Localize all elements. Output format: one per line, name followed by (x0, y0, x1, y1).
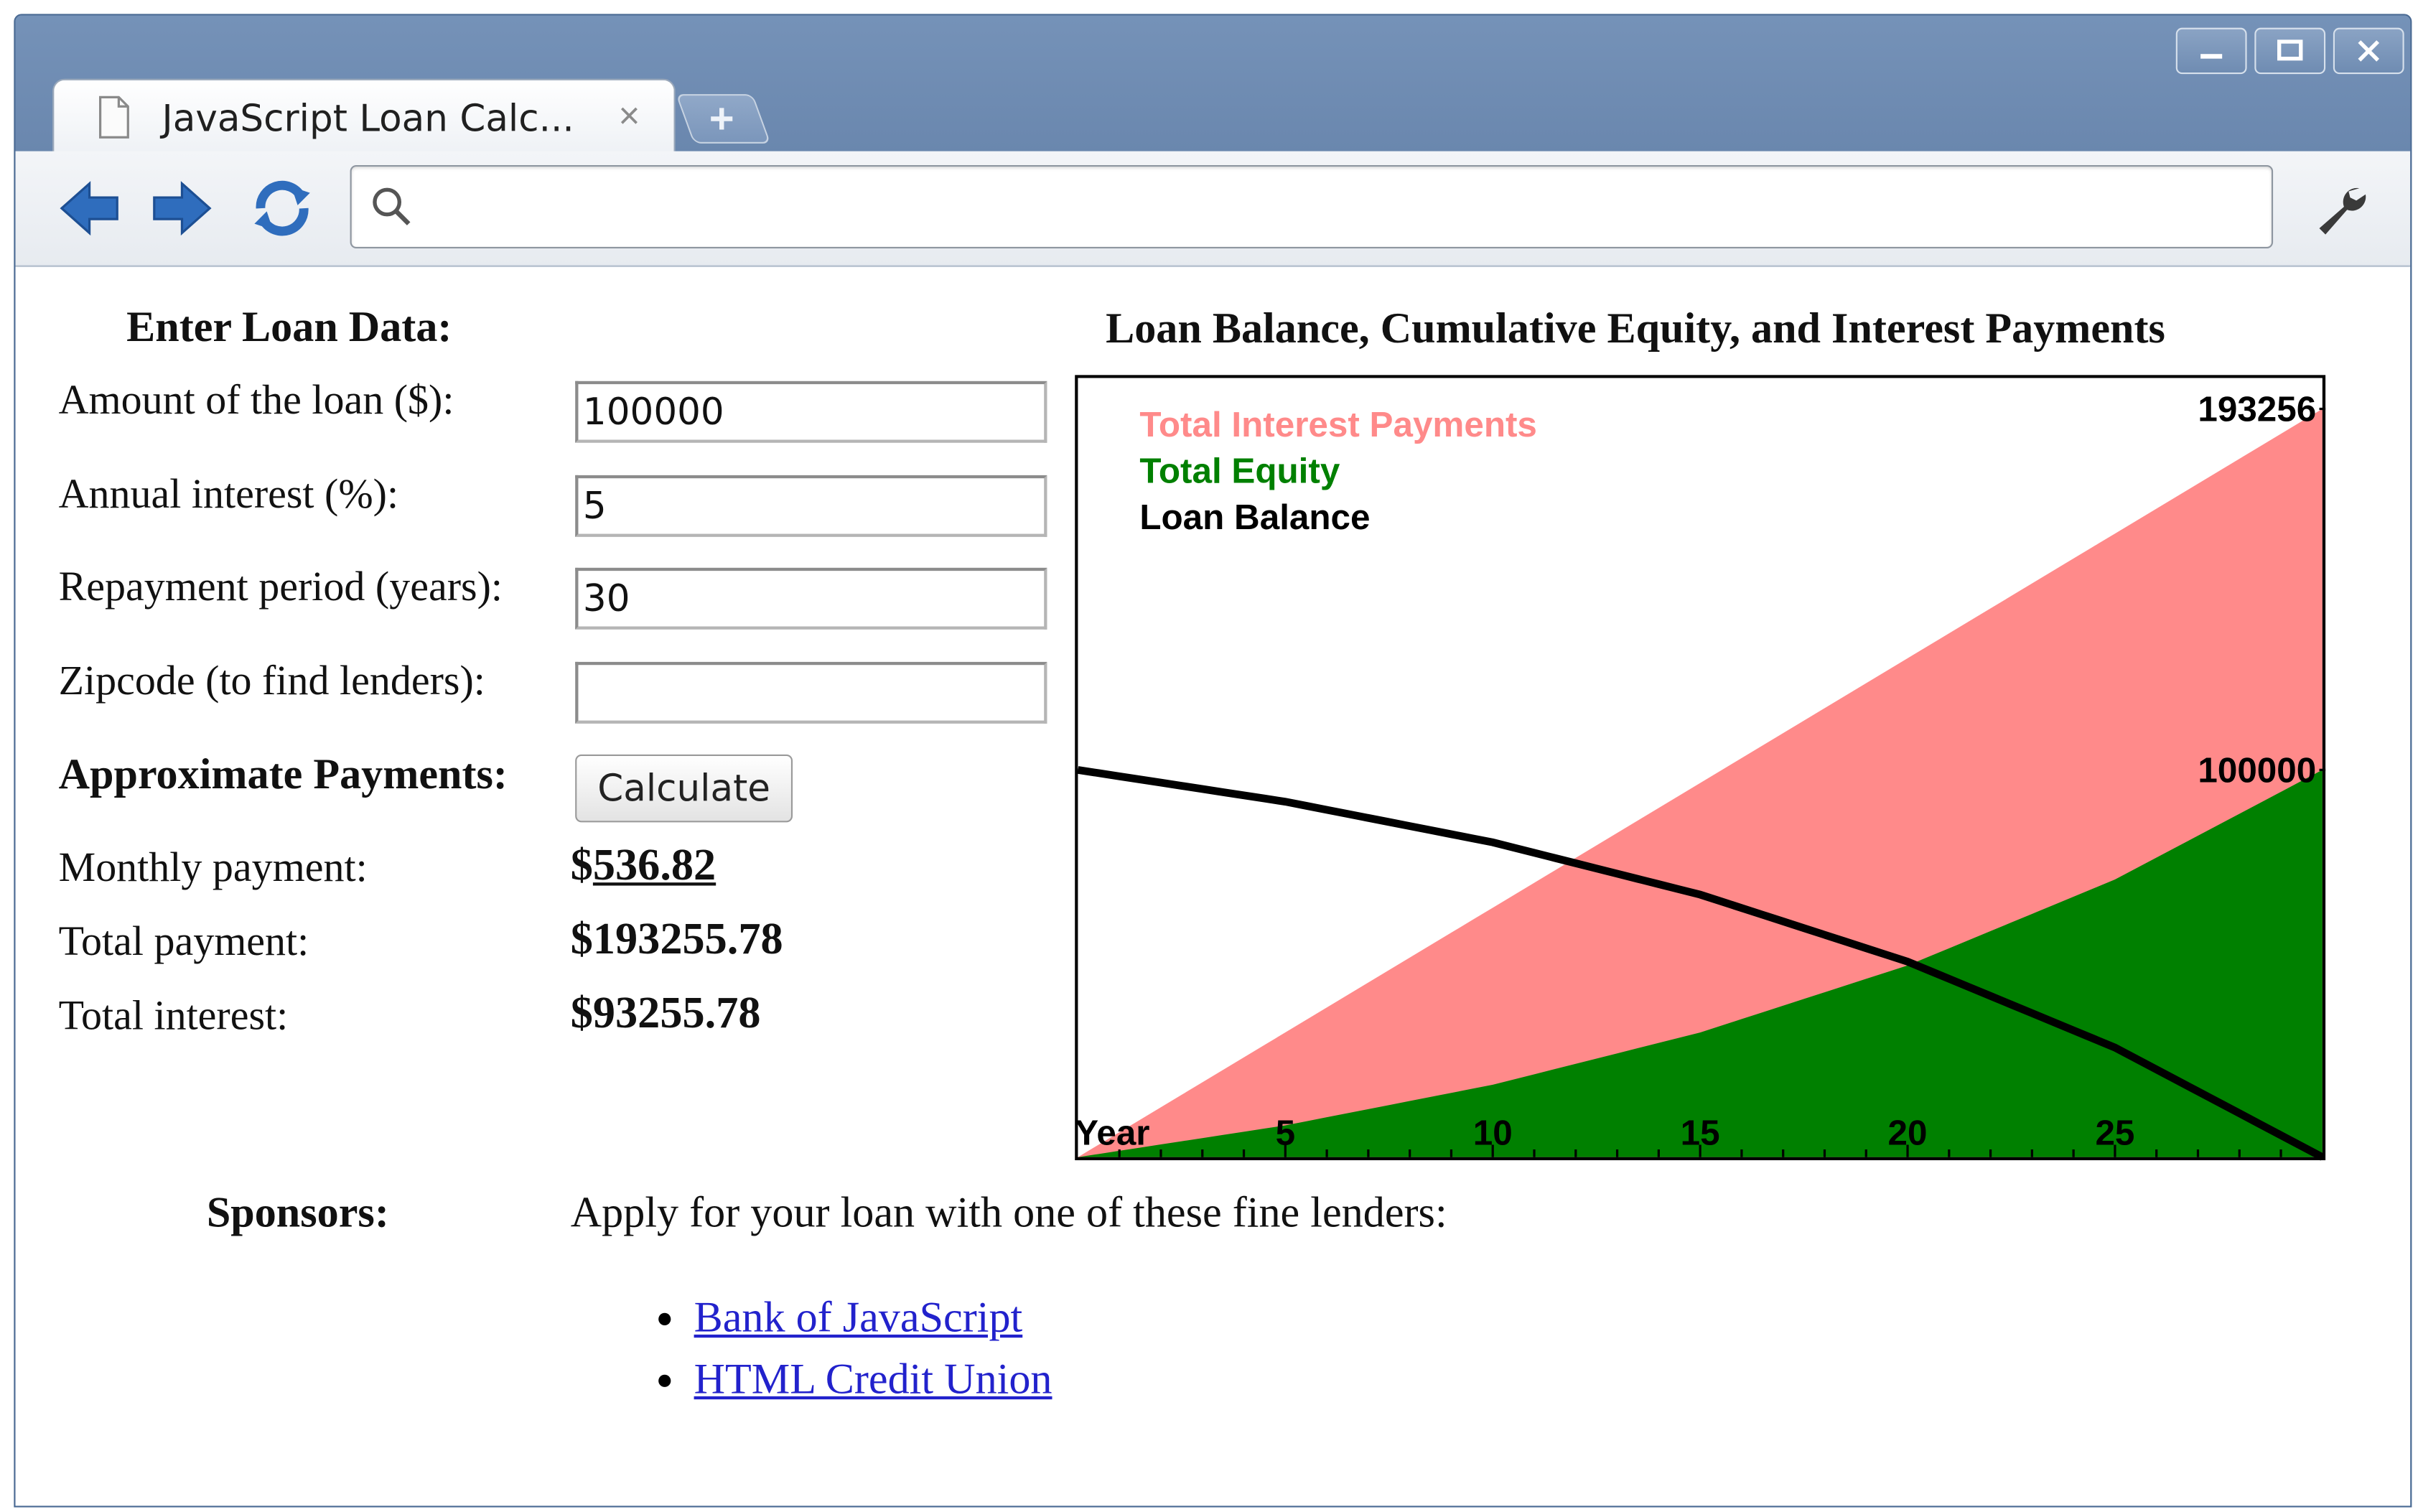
total-interest-label: Total interest: (58, 991, 289, 1039)
lender-link-html-credit-union[interactable]: HTML Credit Union (694, 1356, 1052, 1404)
maximize-icon (2277, 39, 2303, 61)
interest-label: Annual interest (%): (58, 470, 399, 517)
calculate-button[interactable]: Calculate (575, 754, 793, 823)
period-input[interactable] (575, 567, 1047, 630)
tab-close-button[interactable]: × (618, 95, 640, 139)
lender-link-bank-of-javascript[interactable]: Bank of JavaScript (694, 1294, 1023, 1343)
page-icon (99, 95, 129, 139)
new-tab-icon (711, 108, 733, 130)
list-item: Bank of JavaScript (694, 1294, 1052, 1344)
enter-loan-heading: Enter Loan Data: (126, 304, 452, 352)
zipcode-input[interactable] (575, 661, 1047, 724)
y-tick-label: 193256 (2198, 390, 2316, 429)
x-axis-label: Year (1075, 1114, 1149, 1153)
legend-entry: Loan Balance (1139, 498, 1370, 537)
minimize-button[interactable] (2175, 27, 2247, 75)
address-bar[interactable] (350, 164, 2274, 248)
approximate-payments-heading: Approximate Payments: (58, 751, 508, 800)
legend-entry: Total Equity (1139, 452, 1340, 491)
lender-list: Bank of JavaScript HTML Credit Union (632, 1294, 1052, 1418)
y-tick-label: 100000 (2198, 751, 2316, 790)
close-window-button[interactable] (2333, 27, 2404, 75)
reload-icon[interactable] (248, 174, 317, 243)
amount-label: Amount of the loan ($): (58, 376, 454, 423)
search-icon (373, 187, 411, 225)
total-payment-label: Total payment: (58, 918, 309, 965)
wrench-icon[interactable] (2313, 182, 2368, 238)
monthly-amount: 536.82 (592, 841, 716, 890)
tab-title: JavaScript Loan Calc... (162, 97, 574, 141)
maximize-button[interactable] (2254, 27, 2326, 75)
close-icon (2358, 40, 2380, 62)
list-item: HTML Credit Union (694, 1356, 1052, 1406)
browser-window: JavaScript Loan Calc... × Enter Loan Dat… (14, 14, 2412, 1508)
total-payment-value: $193255.78 (570, 915, 783, 965)
tab-loan-calculator[interactable]: JavaScript Loan Calc... × (52, 78, 676, 154)
monthly-payment-value: $536.82 (571, 841, 716, 892)
sponsors-label: Sponsors: (206, 1189, 389, 1238)
browser-toolbar (15, 151, 2411, 267)
minimize-icon (2200, 54, 2223, 59)
forward-arrow-icon[interactable] (151, 179, 213, 238)
loan-chart: Year 5 10 15 20 25 193256 100000 Total Interest … (1075, 375, 2326, 1161)
total-interest-value: $93255.78 (570, 989, 761, 1039)
x-tick-label: 15 (1681, 1114, 1720, 1153)
title-bar: JavaScript Loan Calc... × (15, 15, 2411, 154)
x-tick-label: 20 (1888, 1114, 1928, 1153)
monthly-payment-label: Monthly payment: (58, 844, 368, 890)
x-tick-label: 5 (1276, 1114, 1295, 1153)
amount-input[interactable] (575, 381, 1047, 443)
monthly-currency: $ (570, 841, 593, 890)
interest-input[interactable] (575, 475, 1047, 537)
x-tick-label: 25 (2095, 1114, 2134, 1153)
legend-entry: Total Interest Payments (1139, 405, 1537, 444)
period-label: Repayment period (years): (58, 563, 503, 610)
sponsors-intro: Apply for your loan with one of these fi… (570, 1189, 1447, 1238)
back-arrow-icon[interactable] (59, 179, 121, 238)
x-tick-label: 10 (1473, 1114, 1513, 1153)
zipcode-label: Zipcode (to find lenders): (58, 657, 485, 704)
page-content: Enter Loan Data: Amount of the loan ($):… (15, 266, 2411, 1506)
chart-title: Loan Balance, Cumulative Equity, and Int… (1106, 305, 2165, 354)
